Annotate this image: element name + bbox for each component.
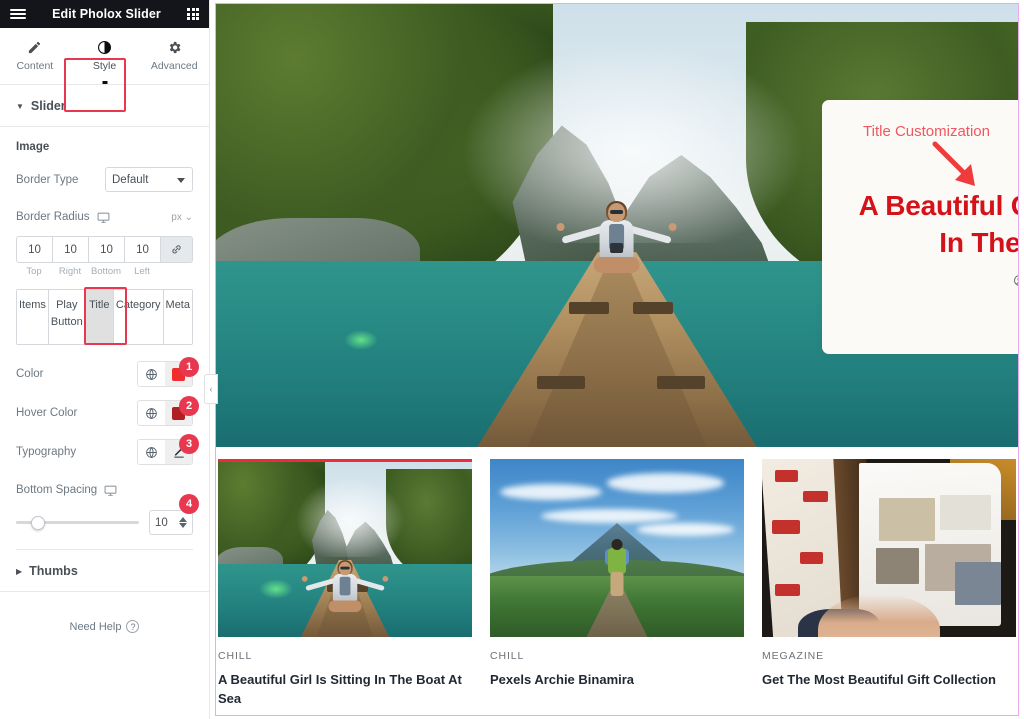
thumbnail-title[interactable]: Get The Most Beautiful Gift Collection bbox=[762, 671, 1016, 690]
section-slider-label: Slider bbox=[30, 99, 66, 113]
border-type-label: Border Type bbox=[16, 173, 79, 186]
border-radius-left[interactable]: 10 bbox=[124, 236, 160, 263]
thumbnail-item[interactable]: CHILL Pexels Archie Binamira bbox=[490, 459, 744, 709]
elementor-editor: Edit Pholox Slider Content Style Advance… bbox=[0, 0, 1024, 719]
border-radius-unit[interactable]: px ⌄ bbox=[171, 212, 193, 223]
border-radius-right[interactable]: 10 bbox=[52, 236, 88, 263]
question-circle-icon: ? bbox=[126, 620, 140, 633]
preview-canvas: CHILL A Beautiful Girl Is Sitting In The… bbox=[210, 0, 1024, 719]
hero-subject bbox=[529, 201, 706, 389]
row-border-type: Border Type Default bbox=[16, 167, 193, 192]
slider-thumbnails: CHILL A Beautiful Girl Is Sitting In The… bbox=[215, 459, 1019, 709]
contrast-circle-icon bbox=[98, 41, 111, 54]
slider-hero: CHILL A Beautiful Girl Is Sitting In The… bbox=[215, 4, 1019, 447]
user-circle-icon bbox=[1014, 275, 1019, 287]
badge-3: 3 bbox=[179, 434, 199, 454]
style-panel: Image Border Type Default Border Radius … bbox=[0, 127, 209, 550]
badge-4: 4 bbox=[179, 494, 199, 514]
thumbnail-image[interactable] bbox=[218, 459, 472, 637]
subtab-title[interactable]: Title bbox=[85, 290, 114, 344]
row-border-radius: Border Radius px ⌄ bbox=[16, 205, 193, 229]
row-typography: Typography 3 bbox=[16, 434, 199, 465]
row-hover-color: Hover Color 2 bbox=[16, 396, 199, 426]
border-radius-label: Border Radius bbox=[16, 211, 90, 223]
row-bottom-spacing-label: Bottom Spacing bbox=[16, 478, 193, 502]
border-type-select[interactable]: Default bbox=[105, 167, 193, 192]
tab-style-label: Style bbox=[92, 60, 117, 72]
corner-label-top: Top bbox=[26, 266, 42, 277]
thumbnail-subject bbox=[604, 539, 630, 603]
hero-title[interactable]: A Beautiful Girl Is Sitting In The Boat … bbox=[850, 188, 1019, 261]
badge-2: 2 bbox=[179, 396, 199, 416]
thumbnail-title[interactable]: A Beautiful Girl Is Sitting In The Boat … bbox=[218, 671, 472, 709]
panel-collapse-handle[interactable]: ‹ bbox=[204, 374, 218, 404]
border-radius-bottom[interactable]: 10 bbox=[88, 236, 124, 263]
hover-color-label: Hover Color bbox=[16, 407, 78, 419]
hero-meta: ADMIN // MAY 2, 2023 bbox=[850, 274, 1019, 287]
row-color: Color 1 bbox=[16, 357, 199, 387]
thumbnail-item[interactable]: CHILL A Beautiful Girl Is Sitting In The… bbox=[218, 459, 472, 709]
thumbnail-category[interactable]: MEGAZINE bbox=[762, 650, 1016, 662]
subtab-items[interactable]: Items bbox=[17, 290, 49, 344]
thumbnail-image[interactable] bbox=[762, 459, 1016, 637]
editor-sidebar: Edit Pholox Slider Content Style Advance… bbox=[0, 0, 218, 719]
editor-topbar: Edit Pholox Slider bbox=[0, 0, 209, 28]
border-radius-inputs: 10 10 10 10 bbox=[16, 236, 193, 263]
desktop-icon[interactable] bbox=[104, 484, 117, 497]
globe-icon[interactable] bbox=[138, 401, 165, 425]
chevron-right-icon: ▶ bbox=[16, 566, 23, 576]
chevron-down-icon: ▼ bbox=[16, 101, 24, 111]
corner-label-bottom: Bottom bbox=[90, 266, 122, 277]
subtab-category[interactable]: Category bbox=[113, 290, 164, 344]
annotation-label: Title Customization bbox=[863, 123, 990, 140]
subtab-play-button[interactable]: Play Button bbox=[48, 290, 86, 344]
border-radius-corner-labels: Top Right Bottom Left bbox=[16, 266, 193, 277]
editor-tabs: Content Style Advanced bbox=[0, 28, 209, 112]
page-title: Edit Pholox Slider bbox=[52, 7, 161, 21]
hamburger-icon[interactable] bbox=[10, 9, 26, 19]
globe-icon[interactable] bbox=[138, 362, 165, 386]
border-radius-top[interactable]: 10 bbox=[16, 236, 52, 263]
thumbnail-item[interactable]: MEGAZINE Get The Most Beautiful Gift Col… bbox=[762, 459, 1016, 709]
pencil-icon bbox=[29, 41, 41, 54]
section-slider[interactable]: ▼ Slider bbox=[0, 85, 209, 127]
thumbnail-category[interactable]: CHILL bbox=[218, 650, 472, 662]
bottom-spacing-label: Bottom Spacing bbox=[16, 484, 98, 496]
gear-icon bbox=[169, 41, 181, 54]
stepper-arrows[interactable] bbox=[179, 517, 187, 528]
need-help-label: Need Help bbox=[69, 620, 122, 633]
link-chain-icon[interactable] bbox=[160, 236, 193, 263]
corner-label-left: Left bbox=[134, 266, 150, 277]
need-help-link[interactable]: Need Help ? bbox=[0, 620, 209, 633]
section-thumbs-label: Thumbs bbox=[29, 564, 78, 578]
tab-style[interactable]: Style bbox=[70, 28, 140, 84]
style-subtabs: Items Play Button Title Category Meta bbox=[16, 289, 193, 345]
desktop-icon[interactable] bbox=[97, 211, 110, 224]
grid-apps-icon[interactable] bbox=[187, 8, 199, 20]
group-label-image: Image bbox=[16, 141, 50, 153]
section-thumbs[interactable]: ▶ Thumbs bbox=[0, 550, 209, 592]
bottom-spacing-value: 10 bbox=[155, 516, 168, 529]
tab-content[interactable]: Content bbox=[0, 28, 70, 84]
thumbnail-image[interactable] bbox=[490, 459, 744, 637]
typography-label: Typography bbox=[16, 446, 77, 458]
thumbnail-category[interactable]: CHILL bbox=[490, 650, 744, 662]
globe-icon[interactable] bbox=[138, 440, 165, 464]
color-label: Color bbox=[16, 368, 44, 380]
subtab-meta[interactable]: Meta bbox=[163, 290, 192, 344]
corner-label-right: Right bbox=[58, 266, 82, 277]
tab-content-label: Content bbox=[16, 60, 54, 72]
badge-1: 1 bbox=[179, 357, 199, 377]
bottom-spacing-slider[interactable] bbox=[16, 515, 139, 530]
bottom-spacing-row: 10 4 bbox=[16, 494, 199, 535]
thumbnail-title[interactable]: Pexels Archie Binamira bbox=[490, 671, 744, 690]
slider-knob[interactable] bbox=[31, 515, 46, 530]
arrow-down-right-icon bbox=[932, 141, 975, 186]
tab-advanced-label: Advanced bbox=[150, 60, 198, 72]
tab-advanced[interactable]: Advanced bbox=[139, 28, 209, 84]
